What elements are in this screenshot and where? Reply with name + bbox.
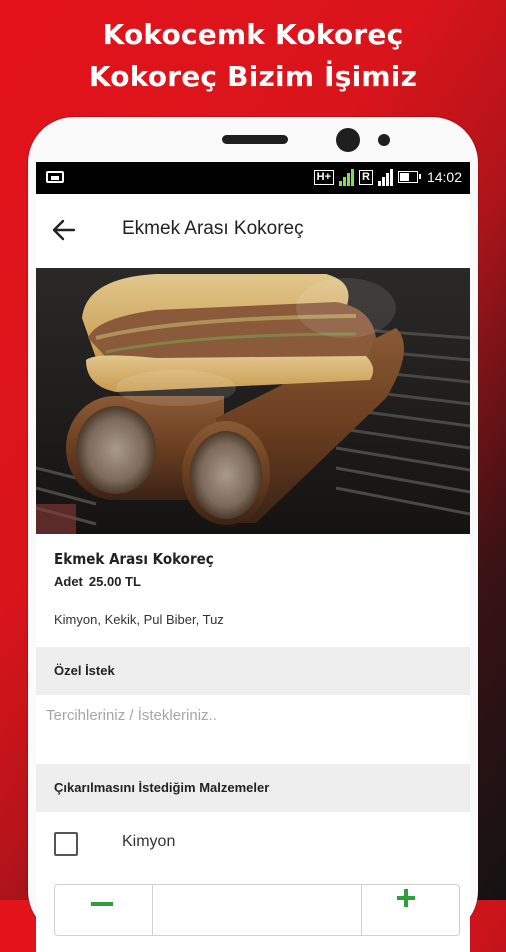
promo-headline-line-1: Kokocemk Kokoreç [102,18,404,51]
plus-icon-stroke[interactable] [404,889,408,907]
signal-strength-icon-2 [377,168,393,186]
special-request-input[interactable]: Tercihleriniz / İstekleriniz.. [46,707,446,724]
phone-frame: H+ R 14:02 Ekmek Arası Kokoreç Ekmek Ara… [28,117,478,952]
product-photo [36,268,470,534]
product-price-row: Adet 25.00 TL [54,574,141,589]
product-name: Ekmek Arası Kokoreç [54,550,214,568]
roaming-badge: R [359,169,373,185]
phone-sensor [378,134,390,146]
quantity-stepper[interactable] [54,884,460,936]
gallery-notification-icon [46,171,64,183]
special-request-header: Özel İstek [54,663,115,678]
stepper-divider [152,885,153,935]
stepper-divider [361,885,362,935]
status-icons: H+ R 14:02 [313,168,462,186]
product-price: 25.00 TL [88,574,141,589]
arrow-left-icon[interactable] [50,216,78,244]
page-title: Ekmek Arası Kokoreç [122,218,304,239]
product-ingredients: Kimyon, Kekik, Pul Biber, Tuz [54,612,224,627]
status-time: 14:02 [426,169,462,185]
ingredient-option-row[interactable]: Kimyon [36,826,470,876]
special-request-section: Özel İstek [36,647,470,695]
ingredient-label: Kimyon [122,833,176,850]
remove-ingredients-header: Çıkarılmasını İstediğim Malzemeler [54,780,270,795]
phone-speaker [222,135,288,144]
signal-strength-icon [339,168,354,186]
minus-icon[interactable] [91,902,113,906]
network-type-badge: H+ [313,169,334,185]
status-bar: H+ R 14:02 [36,162,470,194]
app-screen: H+ R 14:02 Ekmek Arası Kokoreç Ekmek Ara… [36,162,470,952]
app-bar: Ekmek Arası Kokoreç [36,194,470,266]
battery-icon [397,171,421,183]
promo-headline-line-2: Kokoreç Bizim İşimiz [88,60,418,93]
ingredient-checkbox[interactable] [54,832,78,856]
unit-label: Adet [54,574,83,589]
remove-ingredients-section: Çıkarılmasını İstediğim Malzemeler [36,764,470,812]
phone-camera [336,128,360,152]
